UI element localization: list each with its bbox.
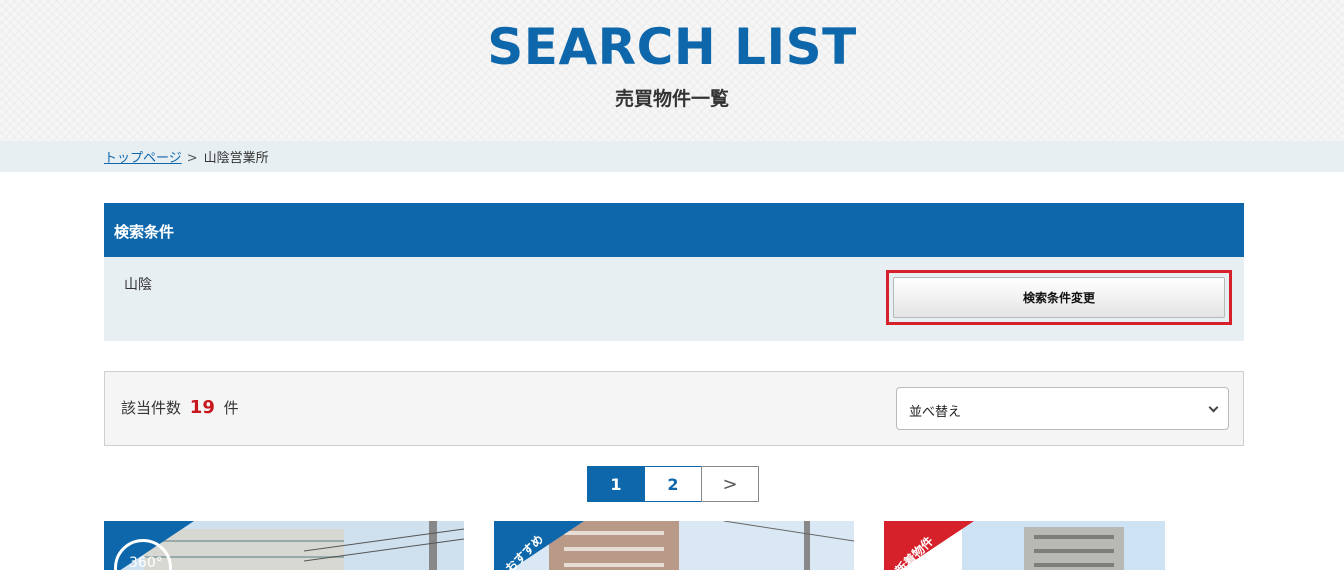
property-photo bbox=[884, 521, 1244, 570]
result-count-number: 19 bbox=[189, 397, 215, 418]
360-badge-label: 360° bbox=[129, 555, 163, 570]
page-subtitle: 売買物件一覧 bbox=[614, 88, 729, 110]
result-count-suffix: 件 bbox=[223, 399, 239, 417]
page-button-2[interactable]: 2 bbox=[644, 466, 702, 502]
change-conditions-button[interactable]: 検索条件変更 bbox=[893, 277, 1225, 318]
breadcrumb-home-link[interactable]: トップページ bbox=[104, 151, 182, 166]
property-card[interactable]: 新着物件 bbox=[884, 521, 1244, 570]
page-button-1[interactable]: 1 bbox=[587, 466, 645, 502]
search-conditions-value: 山陰 bbox=[124, 277, 152, 293]
result-count: 該当件数 19 件 bbox=[121, 397, 239, 418]
breadcrumb-current: 山陰営業所 bbox=[203, 151, 269, 166]
page-hero: SEARCH LIST 売買物件一覧 bbox=[0, 0, 1344, 141]
sort-select[interactable]: 並べ替え bbox=[896, 387, 1229, 430]
property-photo bbox=[494, 521, 854, 570]
property-card[interactable]: おすすめ bbox=[494, 521, 854, 570]
property-card[interactable]: 360° bbox=[104, 521, 464, 570]
page-title: SEARCH LIST bbox=[487, 18, 857, 76]
chevron-down-icon bbox=[1208, 402, 1219, 413]
breadcrumb-separator: > bbox=[186, 151, 198, 166]
sort-selected-value: 並べ替え bbox=[909, 405, 962, 420]
result-count-prefix: 該当件数 bbox=[121, 399, 182, 417]
breadcrumb: トップページ > 山陰営業所 bbox=[104, 147, 269, 166]
search-conditions-heading: 検索条件 bbox=[104, 203, 1244, 257]
results-bar: 該当件数 19 件 並べ替え bbox=[104, 371, 1244, 446]
change-conditions-highlight: 検索条件変更 bbox=[886, 270, 1232, 325]
next-page-button[interactable]: > bbox=[701, 466, 759, 502]
search-conditions-panel: 山陰 検索条件変更 bbox=[104, 257, 1244, 341]
pagination: 1 2 > bbox=[587, 466, 759, 502]
breadcrumb-bar: トップページ > 山陰営業所 bbox=[0, 141, 1344, 172]
